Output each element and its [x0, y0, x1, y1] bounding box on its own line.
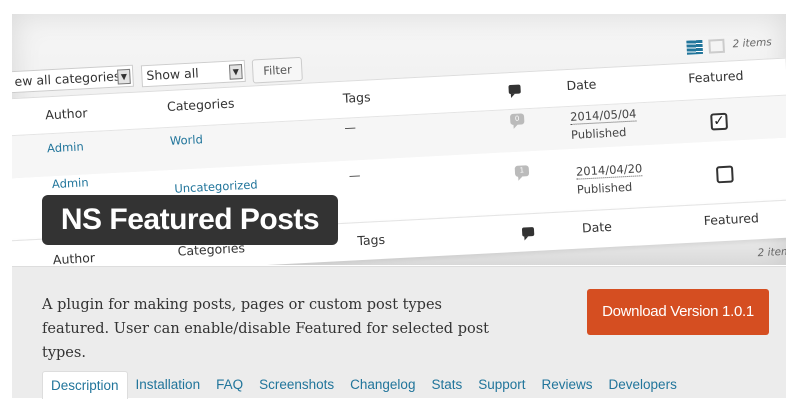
col-author: Author	[44, 105, 88, 123]
footer-col-author: Author	[52, 250, 96, 265]
tab-screenshots[interactable]: Screenshots	[251, 371, 342, 399]
plugin-tabs: Description Installation FAQ Screenshots…	[42, 371, 685, 399]
row2-tags: —	[348, 167, 361, 183]
plugin-description: A plugin for making posts, pages or cust…	[42, 297, 489, 361]
tab-changelog[interactable]: Changelog	[342, 371, 423, 399]
items-count-top: 2 items	[732, 36, 773, 51]
featured-select-value: Show all	[146, 65, 200, 84]
chevron-down-icon: ▼	[117, 68, 131, 85]
featured-select: Show all ▼	[140, 59, 246, 88]
tab-support[interactable]: Support	[470, 371, 533, 399]
row1-category[interactable]: World	[169, 132, 203, 148]
comments-icon	[521, 226, 535, 237]
tab-installation[interactable]: Installation	[128, 371, 209, 399]
chevron-down-icon: ▼	[228, 64, 243, 80]
featured-checkbox-unchecked[interactable]	[715, 165, 734, 184]
col-featured: Featured	[687, 67, 744, 86]
tab-reviews[interactable]: Reviews	[534, 371, 601, 399]
row1-author[interactable]: Admin	[47, 139, 84, 155]
row1-status: Published	[570, 125, 627, 142]
list-view-icon	[686, 39, 704, 55]
row2-status: Published	[576, 179, 633, 197]
tab-developers[interactable]: Developers	[601, 371, 685, 399]
tab-description[interactable]: Description	[42, 371, 128, 399]
comment-count-bubble[interactable]: 1	[514, 165, 530, 177]
footer-col-date: Date	[581, 218, 613, 236]
row2-author[interactable]: Admin	[52, 175, 89, 191]
category-select: ew all categories ▼	[12, 64, 134, 94]
plugin-title: NS Featured Posts	[42, 195, 338, 245]
col-date: Date	[566, 76, 597, 94]
footer-col-featured: Featured	[703, 210, 760, 229]
items-count-bottom: 2 items	[757, 245, 786, 260]
featured-checkbox-checked[interactable]: ✓	[710, 112, 729, 131]
comment-count-bubble[interactable]: 0	[509, 113, 525, 126]
tab-faq[interactable]: FAQ	[208, 371, 251, 399]
download-button[interactable]: Download Version 1.0.1	[587, 289, 769, 335]
excerpt-view-icon	[708, 38, 726, 54]
plugin-info: A plugin for making posts, pages or cust…	[12, 266, 786, 399]
filter-button: Filter	[251, 56, 304, 84]
footer-col-tags: Tags	[356, 231, 386, 249]
comments-icon	[508, 84, 521, 95]
row1-tags: —	[344, 120, 357, 135]
col-tags: Tags	[342, 89, 371, 106]
tab-stats[interactable]: Stats	[423, 371, 470, 399]
category-select-value: ew all categories	[14, 68, 121, 89]
